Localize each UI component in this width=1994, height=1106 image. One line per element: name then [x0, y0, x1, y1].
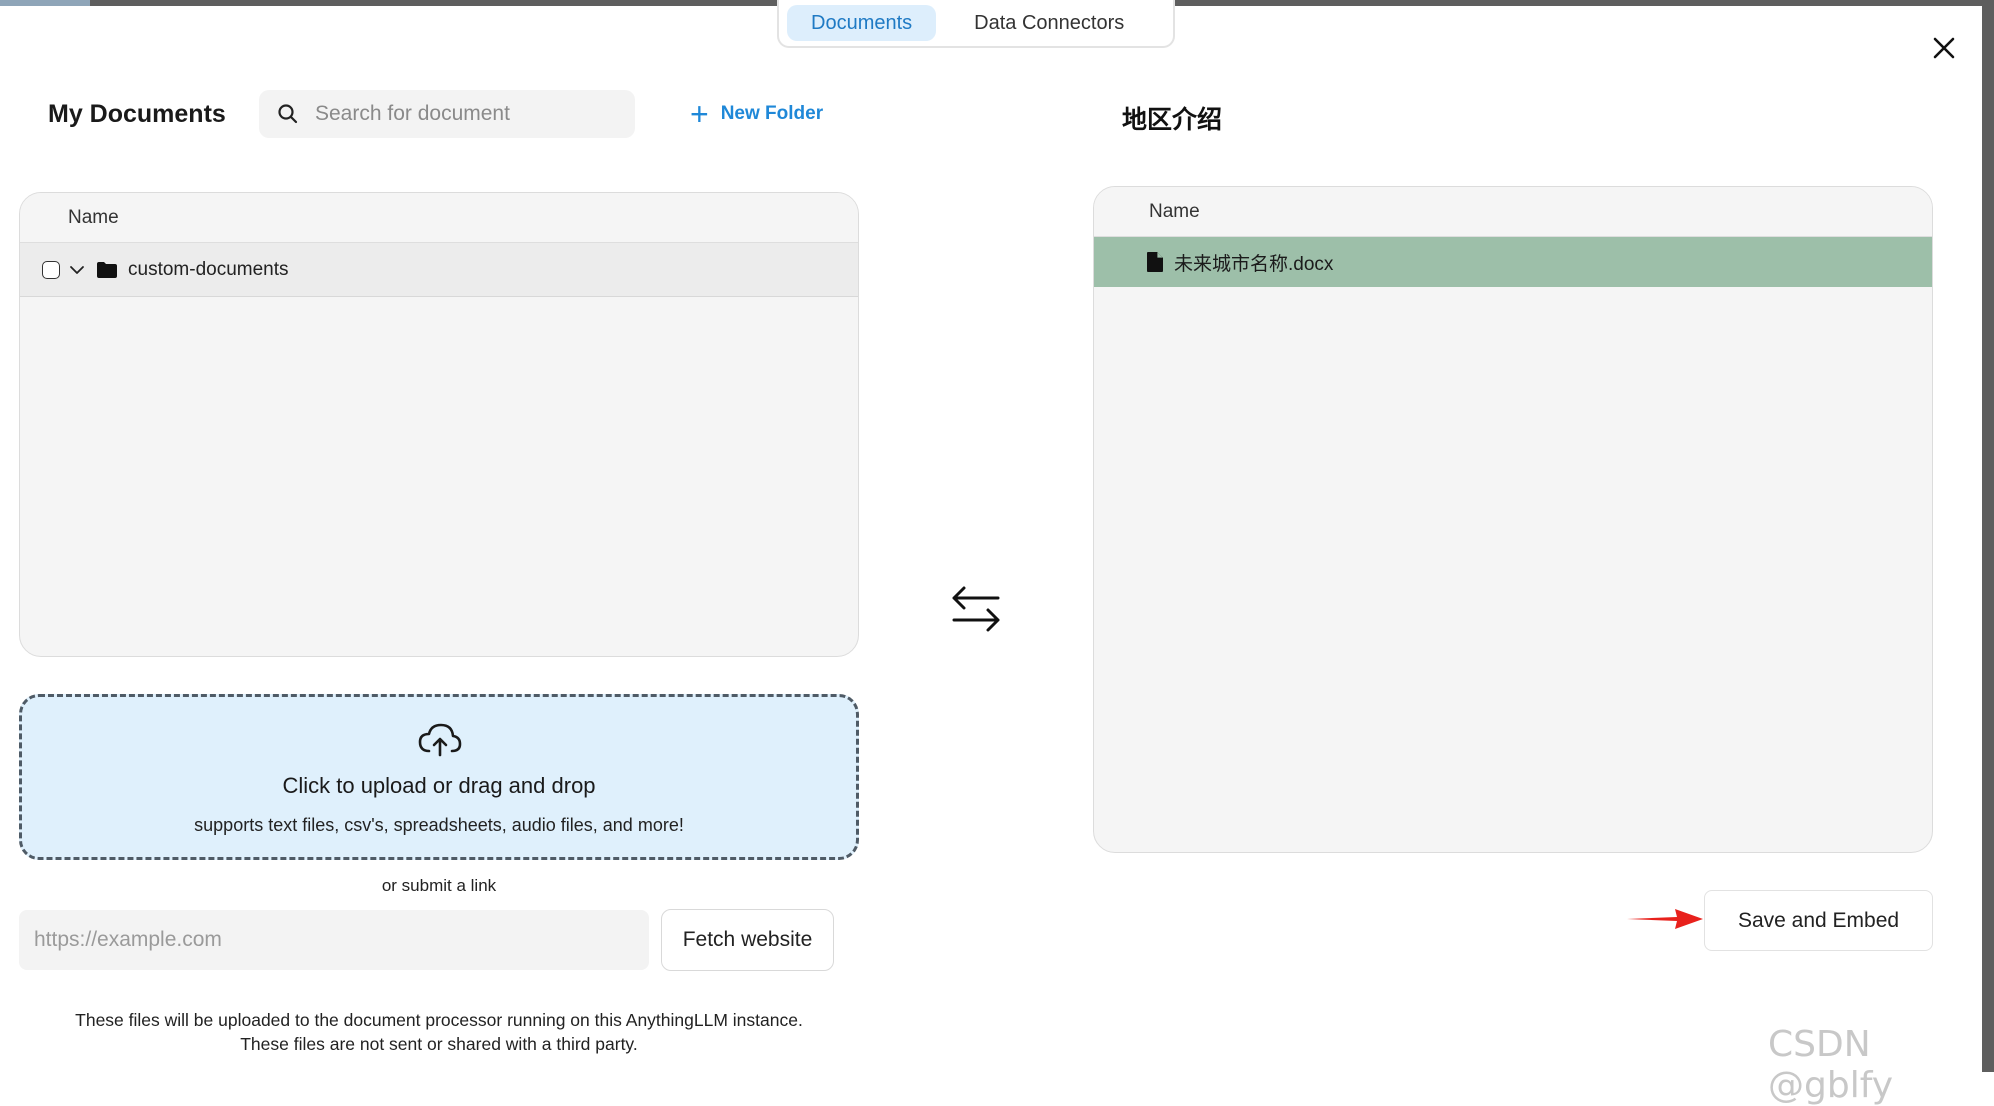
upload-dropzone[interactable]: Click to upload or drag and drop support…	[19, 694, 859, 860]
file-name: 未来城市名称.docx	[1174, 253, 1334, 275]
save-and-embed-button[interactable]: Save and Embed	[1704, 890, 1933, 951]
link-url-input[interactable]	[19, 910, 649, 970]
privacy-note-line-2: These files are not sent or shared with …	[240, 1034, 638, 1054]
upload-subtitle: supports text files, csv's, spreadsheets…	[194, 815, 684, 835]
privacy-note-line-1: These files will be uploaded to the docu…	[75, 1010, 803, 1030]
search-input[interactable]	[315, 102, 615, 126]
watermark-text: CSDN @gblfy	[1768, 1024, 1894, 1106]
cloud-upload-icon	[418, 723, 462, 757]
or-submit-link-label: or submit a link	[381, 876, 497, 895]
my-documents-title: My Documents	[48, 100, 226, 128]
column-header-name: Name	[1094, 187, 1932, 237]
search-box	[259, 90, 635, 138]
chevron-down-icon[interactable]	[68, 261, 86, 279]
file-row[interactable]: 未来城市名称.docx	[1094, 237, 1932, 287]
swap-arrows-icon	[952, 586, 1000, 632]
folder-row[interactable]: custom-documents	[20, 243, 858, 297]
workspace-title: 地区介绍	[1122, 105, 1223, 134]
background-edge	[1982, 0, 1994, 1072]
file-icon	[1147, 252, 1163, 272]
privacy-note: These files will be uploaded to the docu…	[19, 1008, 859, 1056]
tab-data-connectors[interactable]: Data Connectors	[950, 5, 1148, 41]
documents-modal: Documents Data Connectors My Documents +…	[0, 0, 1982, 1106]
workspace-documents-panel: Name 未来城市名称.docx	[1093, 186, 1933, 853]
new-folder-button[interactable]: + New Folder	[690, 96, 824, 132]
new-folder-label: New Folder	[720, 103, 824, 124]
column-header-name: Name	[20, 193, 858, 243]
search-icon	[278, 104, 298, 124]
tab-bar: Documents Data Connectors	[777, 0, 1175, 48]
my-documents-panel: Name custom-documents	[19, 192, 859, 657]
folder-icon	[97, 261, 117, 278]
close-icon[interactable]	[1930, 34, 1958, 62]
folder-name: custom-documents	[128, 258, 289, 280]
upload-title: Click to upload or drag and drop	[282, 773, 596, 798]
fetch-website-button[interactable]: Fetch website	[661, 909, 834, 971]
tab-documents[interactable]: Documents	[787, 5, 937, 41]
annotation-arrow-icon	[1627, 909, 1703, 929]
plus-icon: +	[690, 96, 709, 132]
folder-checkbox[interactable]	[42, 260, 60, 279]
